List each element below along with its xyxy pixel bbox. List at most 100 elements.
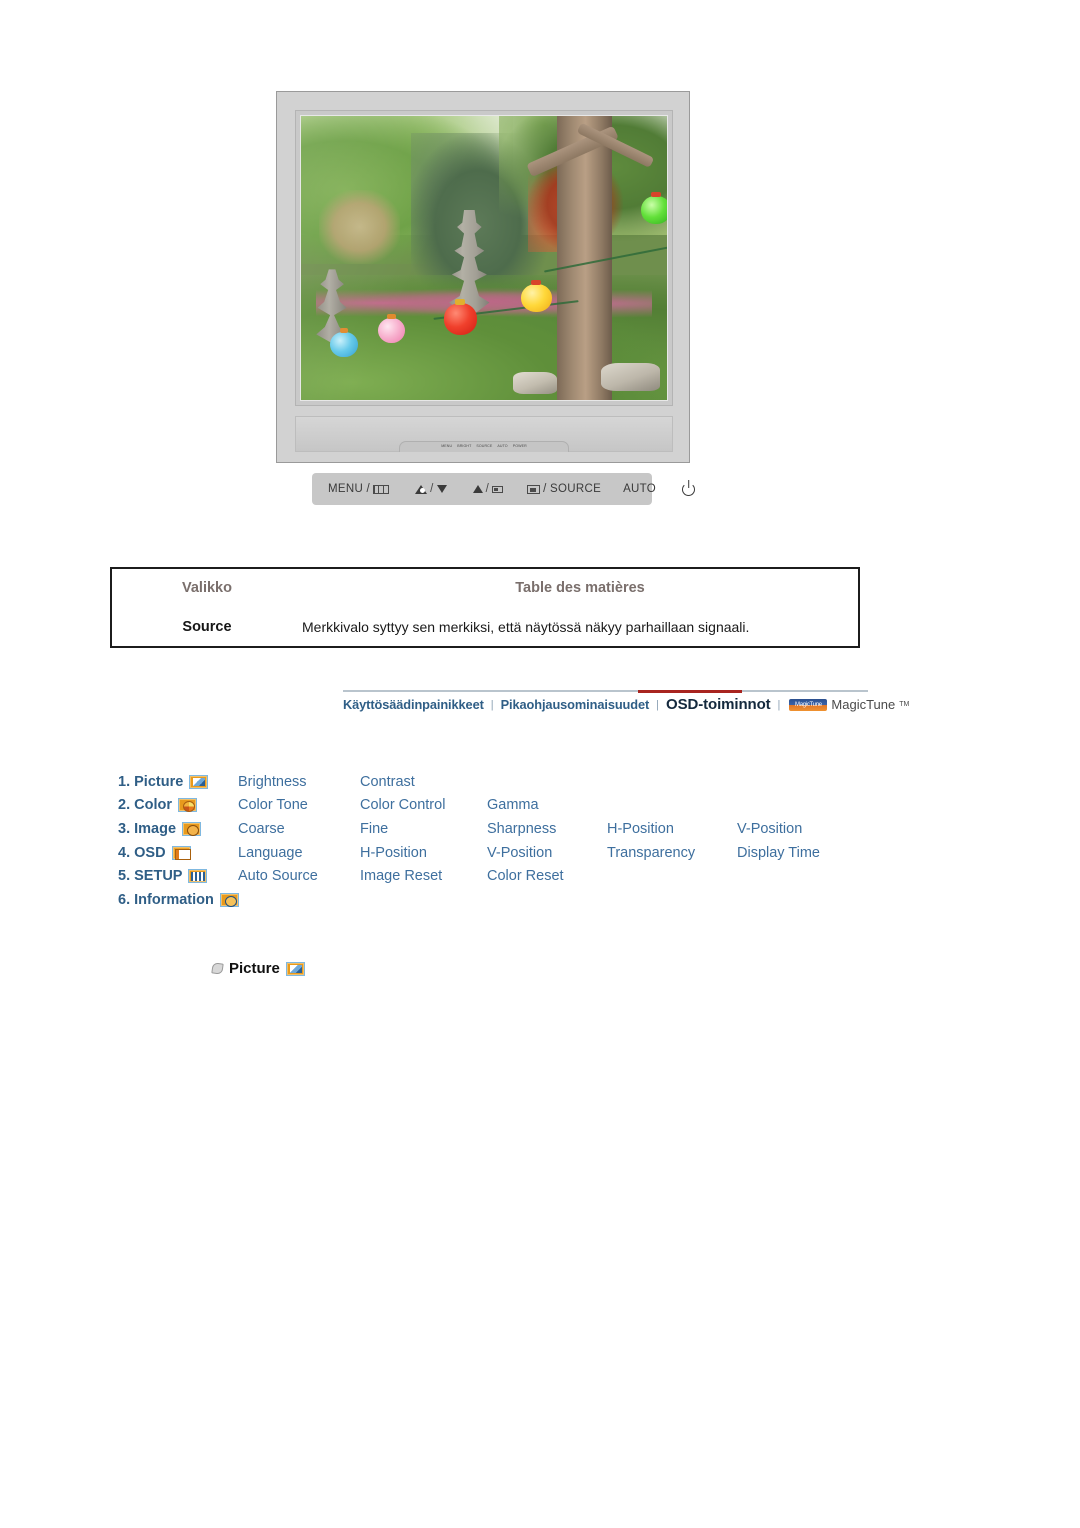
nav-item-control-buttons[interactable]: Käyttösäädinpainikkeet [343,697,484,712]
monitor-control-bar: MENU / / / / SOURCE AUTO [312,473,695,505]
osd-row-osd: 4. OSD Language H-Position V-Position Tr… [118,841,878,865]
monitor-bezel [295,110,673,406]
osd-sub-gamma[interactable]: Gamma [487,797,607,813]
nav-separator: | [777,698,781,711]
scene-stone [601,363,660,392]
osd-row-image: 3. Image Coarse Fine Sharpness H-Positio… [118,817,878,841]
osd-sub-color-reset[interactable]: Color Reset [487,868,607,884]
osd-row-setup: 5. SETUP Auto Source Image Reset Color R… [118,864,878,888]
nav-active-underline [638,690,742,693]
monitor-button-strip: MENU BRIGHT SOURCE AUTO POWER [399,441,569,452]
osd-sub-fine[interactable]: Fine [360,821,487,837]
osd-entry-image[interactable]: 3. Image [118,821,238,837]
menu-button-label: MENU / [328,483,371,495]
osd-sub-h-position[interactable]: H-Position [607,821,737,837]
osd-menu-map: 1. Picture Brightness Contrast 2. Color … [118,770,878,912]
auto-button-label: AUTO [623,483,656,495]
spec-table: Valikko Table des matières Source Merkki… [110,567,860,648]
scene-left-maple [319,189,400,264]
table-header-row: Valikko Table des matières [112,569,858,607]
osd-sub-sharpness[interactable]: Sharpness [487,821,607,837]
osd-sub-color-control[interactable]: Color Control [360,797,487,813]
scene-lantern-yellow [520,279,552,312]
up-button[interactable]: / [472,483,504,495]
osd-sub-v-position[interactable]: V-Position [737,821,857,837]
osd-entry-setup[interactable]: 5. SETUP [118,868,238,884]
source-button[interactable]: / SOURCE [527,483,601,495]
osd-sub-image-reset[interactable]: Image Reset [360,868,487,884]
osd-entry-color-label: 2. Color [118,797,172,814]
image-icon [182,821,202,836]
monitor-chassis: MENU BRIGHT SOURCE AUTO POWER [295,416,673,452]
osd-sub-v-position[interactable]: V-Position [487,845,607,861]
picture-icon [189,774,209,789]
nav-item-osd-functions[interactable]: OSD-toiminnot [666,696,771,713]
screen-rect-icon [492,485,504,493]
down-arrow-icon [436,485,447,493]
nav-item-direct-features[interactable]: Pikaohjausominaisuudet [501,697,650,712]
magictune-label: MagicTune [831,697,896,712]
strip-label-menu: MENU [441,444,453,449]
osd-row-color: 2. Color Color Tone Color Control Gamma [118,794,878,818]
scene-lantern-pink [377,314,406,344]
up-arrow-icon [472,485,483,493]
monitor-illustration: MENU BRIGHT SOURCE AUTO POWER [276,91,690,463]
row-label-source: Source [182,619,232,635]
osd-entry-osd[interactable]: 4. OSD [118,845,238,861]
osd-entry-image-label: 3. Image [118,820,177,837]
column-header-toc: Table des matières [515,580,645,596]
osd-entry-picture[interactable]: 1. Picture [118,774,238,790]
setup-icon [188,869,208,884]
menu-button[interactable]: MENU / [328,483,390,495]
section-heading-picture: Picture [211,960,305,977]
auto-button[interactable]: AUTO [623,483,656,495]
monitor-screen [300,115,668,401]
color-icon [177,798,197,813]
osd-sub-contrast[interactable]: Contrast [360,774,487,790]
nav-divider [343,690,868,692]
magictune-logo-icon: MagicTune [789,698,828,711]
osd-entry-color[interactable]: 2. Color [118,797,238,813]
osd-sub-transparency[interactable]: Transparency [607,845,737,861]
osd-entry-picture-label: 1. Picture [118,773,184,790]
scene-lantern-green [641,191,667,224]
osd-icon [171,845,191,860]
enter-icon [527,484,541,494]
brightness-down-button[interactable]: / [415,483,447,495]
osd-sub-display-time[interactable]: Display Time [737,845,857,861]
osd-row-picture: 1. Picture Brightness Contrast [118,770,878,794]
osd-row-information: 6. Information [118,888,878,912]
up-button-label: / [485,483,490,495]
trademark-symbol: TM [899,701,910,708]
table-row: Source Merkkivalo syttyy sen merkiksi, e… [112,607,858,647]
information-icon [219,892,239,907]
strip-label-power: POWER [512,444,527,449]
strip-label-auto: AUTO [497,444,508,449]
nav-item-magictune[interactable]: MagicTune MagicTune TM [789,697,909,712]
brightness-button-label: / [430,483,434,495]
scene-stone [513,371,558,395]
source-button-label: / SOURCE [543,483,602,495]
power-icon [682,482,695,496]
power-button[interactable] [682,482,695,496]
osd-entry-information[interactable]: 6. Information [118,891,239,908]
strip-label-bright: BRIGHT [457,444,472,449]
osd-sub-language[interactable]: Language [238,845,360,861]
osd-sub-color-tone[interactable]: Color Tone [238,797,360,813]
row-description-source: Merkkivalo syttyy sen merkiksi, että näy… [302,619,750,635]
osd-sub-auto-source[interactable]: Auto Source [238,868,360,884]
section-title: Picture [229,960,280,977]
osd-entry-information-label: 6. Information [118,891,214,908]
osd-entry-setup-label: 5. SETUP [118,868,183,885]
osd-sub-h-position[interactable]: H-Position [360,845,487,861]
osd-entry-osd-label: 4. OSD [118,844,166,861]
section-nav: Käyttösäädinpainikkeet | Pikaohjausomina… [343,690,909,720]
brightness-icon [415,484,428,494]
osd-sub-coarse[interactable]: Coarse [238,821,360,837]
osd-sub-brightness[interactable]: Brightness [238,774,360,790]
picture-icon [285,961,305,976]
menu-bars-icon [373,484,390,494]
column-header-menu: Valikko [182,580,232,596]
nav-separator: | [656,698,660,711]
strip-label-source: SOURCE [476,444,493,449]
